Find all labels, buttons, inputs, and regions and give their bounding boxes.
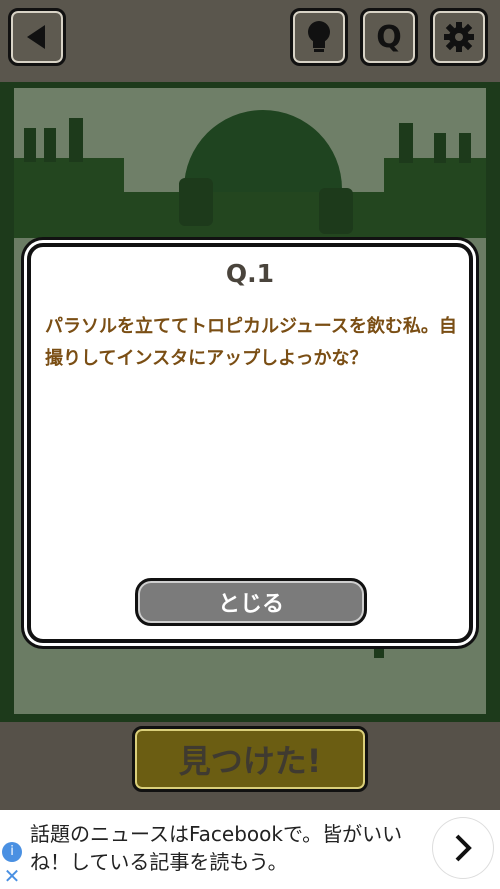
question-button[interactable]: Q — [360, 8, 418, 66]
close-icon[interactable]: ✕ — [2, 866, 22, 886]
ad-banner[interactable]: 話題のニュースはFacebookで。皆がいいね！している記事を読もう。 — [0, 810, 500, 889]
dialog-title: Q.1 — [225, 259, 275, 288]
chevron-right-icon — [455, 834, 472, 862]
question-dialog: Q.1 パラソルを立ててトロピカルジュースを飲む私。自撮りしてインスタにアップし… — [27, 243, 473, 643]
pirate-figure — [69, 118, 83, 162]
info-icon[interactable]: i — [2, 842, 22, 862]
ad-text: 話題のニュースはFacebookで。皆がいいね！している記事を読もう。 — [30, 822, 403, 874]
question-button-label: Q — [376, 19, 402, 55]
ad-arrow-button[interactable] — [433, 818, 493, 878]
found-button[interactable]: 見つけた! — [132, 726, 368, 792]
viking-figure — [459, 133, 471, 163]
dialog-text: パラソルを立ててトロピカルジュースを飲む私。自撮りしてインスタにアップしよっかな… — [45, 316, 457, 369]
close-button[interactable]: とじる — [135, 578, 367, 626]
top-bar — [0, 0, 500, 82]
pirate-figure — [44, 128, 56, 162]
gear-icon — [444, 22, 474, 52]
lightbulb-icon — [308, 21, 330, 52]
viking-figure — [399, 123, 413, 163]
surfer-figure — [179, 178, 213, 226]
back-triangle-icon — [27, 25, 45, 49]
surfer-figure — [319, 188, 353, 234]
back-button[interactable] — [8, 8, 66, 66]
pirate-figure — [24, 128, 36, 162]
hint-button[interactable] — [290, 8, 348, 66]
settings-button[interactable] — [430, 8, 488, 66]
viking-figure — [434, 133, 446, 163]
wave — [14, 192, 486, 238]
